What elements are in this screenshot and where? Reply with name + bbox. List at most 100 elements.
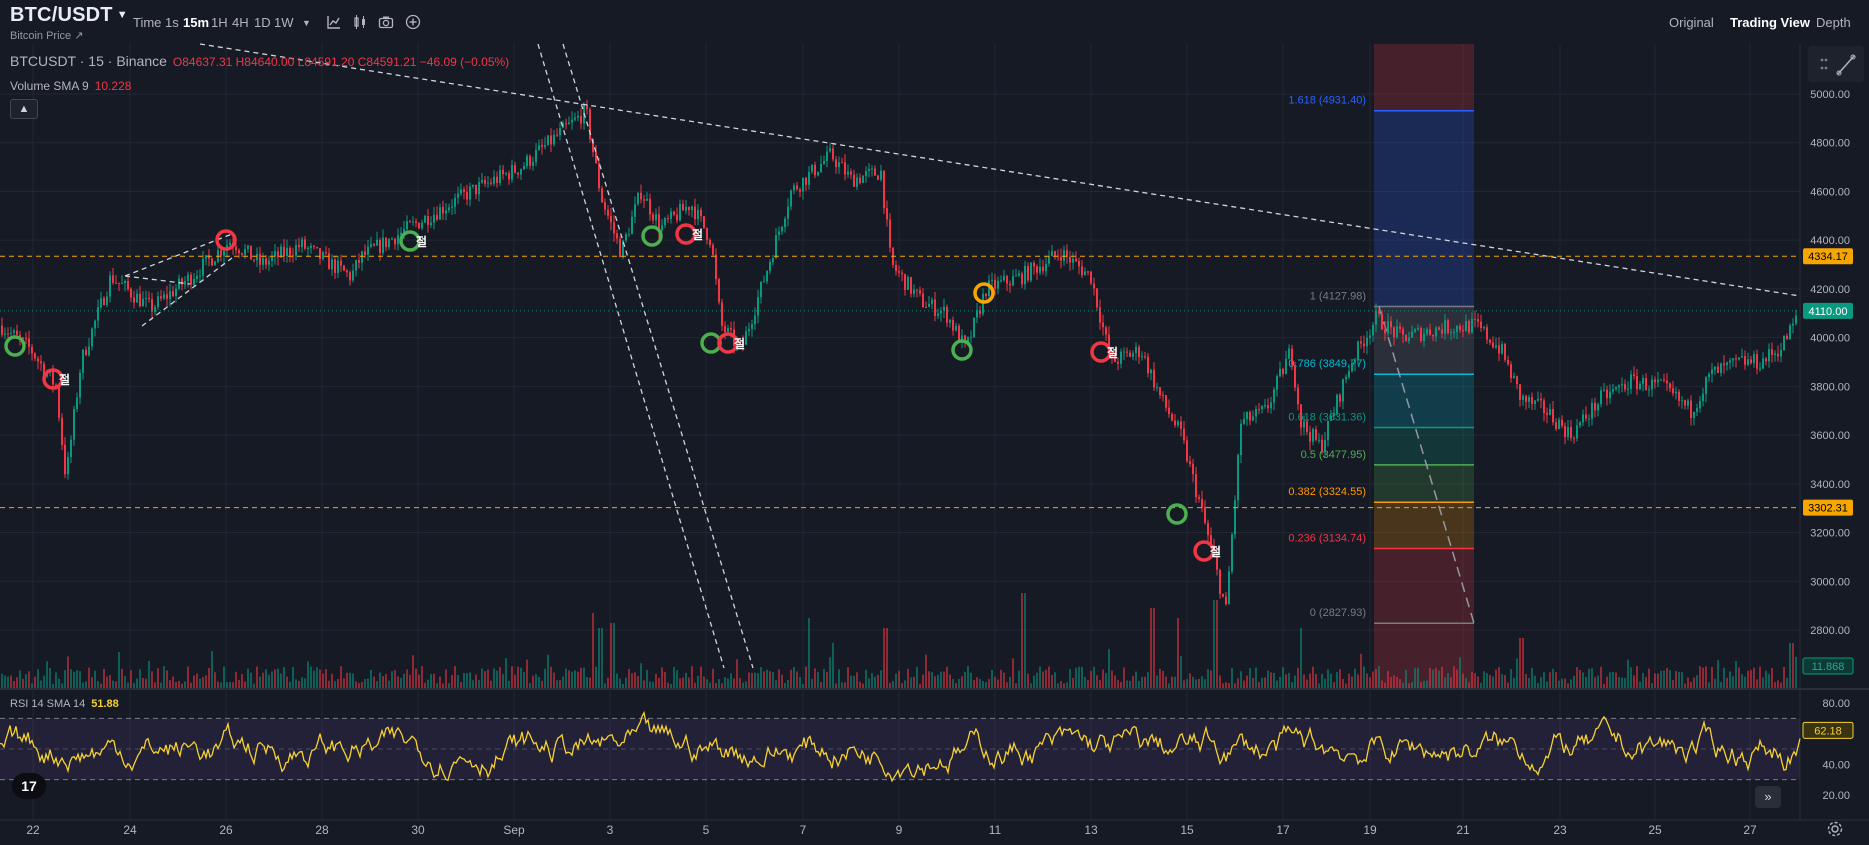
volume-bar bbox=[1315, 673, 1317, 688]
candle-body bbox=[448, 207, 450, 211]
candle-body bbox=[1033, 262, 1035, 267]
volume-bar bbox=[355, 681, 357, 688]
candle-body bbox=[1711, 369, 1713, 375]
volume-bar bbox=[1504, 675, 1506, 688]
candle-body bbox=[685, 206, 687, 211]
volume-bar bbox=[1651, 683, 1653, 688]
candle-body bbox=[37, 358, 39, 362]
candle-body bbox=[424, 215, 426, 223]
volume-bar bbox=[1300, 628, 1302, 688]
candle-body bbox=[1039, 266, 1041, 273]
volume-bar bbox=[1189, 673, 1191, 688]
volume-bar bbox=[1702, 667, 1704, 688]
volume-bar bbox=[913, 676, 915, 688]
candle-body bbox=[1063, 250, 1065, 261]
candle-body bbox=[880, 170, 882, 180]
volume-bar bbox=[235, 671, 237, 688]
volume-bar bbox=[1297, 667, 1299, 688]
candle-body bbox=[334, 259, 336, 273]
candle-body bbox=[1138, 346, 1140, 357]
candle-body bbox=[136, 293, 138, 303]
candle-body bbox=[1687, 400, 1689, 406]
volume-bar bbox=[1474, 673, 1476, 688]
time-tick-label: 13 bbox=[1084, 823, 1098, 837]
volume-bar bbox=[841, 682, 843, 688]
volume-bar bbox=[919, 683, 921, 688]
chart-grid bbox=[0, 44, 1869, 821]
candle-body bbox=[679, 204, 681, 221]
volume-bar bbox=[157, 668, 159, 688]
candle-body bbox=[460, 189, 462, 194]
volume-bar bbox=[784, 683, 786, 688]
volume-bar bbox=[475, 674, 477, 688]
volume-bar bbox=[1552, 668, 1554, 688]
volume-bar bbox=[289, 681, 291, 688]
volume-bar bbox=[1144, 676, 1146, 688]
instrument-label[interactable]: BTCUSDT · 15 · Binance bbox=[10, 53, 167, 69]
drawing-tools-panel[interactable] bbox=[1808, 46, 1864, 82]
tradingview-logo-icon[interactable]: 17 bbox=[12, 773, 46, 799]
candle-body bbox=[982, 293, 984, 314]
volume-bar bbox=[724, 677, 726, 688]
candle-body bbox=[757, 297, 759, 316]
goto-realtime-button[interactable]: » bbox=[1755, 786, 1781, 808]
volume-bar bbox=[1348, 673, 1350, 688]
volume-bar bbox=[1384, 682, 1386, 688]
candle-body bbox=[625, 234, 627, 241]
settings-icon[interactable] bbox=[1826, 820, 1844, 838]
volume-bar bbox=[553, 672, 555, 688]
volume-bar bbox=[1033, 675, 1035, 688]
candle-body bbox=[559, 128, 561, 136]
volume-bar bbox=[1090, 670, 1092, 688]
candle-body bbox=[640, 192, 642, 200]
volume-bar bbox=[1420, 682, 1422, 688]
volume-bar bbox=[295, 679, 297, 688]
volume-bar bbox=[1615, 672, 1617, 688]
candle-body bbox=[1447, 320, 1449, 334]
time-tick-label: 30 bbox=[411, 823, 425, 837]
volume-bar bbox=[415, 668, 417, 688]
volume-bar bbox=[1279, 676, 1281, 688]
price-chart[interactable]: 1.618 (4931.40) 1 (4127.98) 0.786 (3849.77… bbox=[0, 0, 1869, 845]
volume-bar bbox=[310, 666, 312, 688]
volume-bar bbox=[1555, 672, 1557, 688]
candle-body bbox=[1129, 352, 1131, 357]
volume-bar bbox=[1537, 683, 1539, 688]
signal-marker bbox=[4, 335, 26, 357]
candle-body bbox=[529, 156, 531, 166]
candle-body bbox=[100, 298, 102, 308]
volume-bar bbox=[1048, 666, 1050, 688]
volume-bar bbox=[1327, 669, 1329, 688]
candle-body bbox=[271, 256, 273, 261]
candle-body bbox=[973, 317, 975, 337]
volume-bar bbox=[751, 672, 753, 688]
volume-bar bbox=[304, 678, 306, 688]
candle-body bbox=[1591, 402, 1593, 419]
volume-bar bbox=[1039, 666, 1041, 688]
candle-body bbox=[604, 202, 606, 210]
candle-body bbox=[85, 349, 87, 355]
candle-body bbox=[1708, 374, 1710, 378]
volume-bar bbox=[730, 673, 732, 688]
volume-bar bbox=[1150, 608, 1152, 688]
volume-legend[interactable]: Volume SMA 9 10.228 bbox=[10, 79, 131, 93]
volume-bar bbox=[1489, 674, 1491, 688]
volume-bar bbox=[853, 675, 855, 688]
candle-body bbox=[1066, 250, 1068, 257]
candle-body bbox=[1186, 440, 1188, 462]
volume-bar bbox=[865, 669, 867, 688]
candle-body bbox=[1723, 363, 1725, 366]
candle-body bbox=[649, 198, 651, 215]
volume-bar bbox=[691, 666, 693, 688]
volume-bar bbox=[1318, 683, 1320, 688]
candle-body bbox=[130, 289, 132, 298]
candle-body bbox=[1378, 310, 1380, 314]
volume-bar bbox=[955, 683, 957, 688]
candle-body bbox=[289, 247, 291, 256]
volume-bar bbox=[1528, 677, 1530, 688]
volume-bar bbox=[301, 677, 303, 688]
collapse-legend-button[interactable]: ▲ bbox=[10, 99, 38, 119]
rsi-legend[interactable]: RSI 14 SMA 14 51.88 bbox=[10, 698, 119, 710]
volume-bar bbox=[418, 674, 420, 688]
fib-level-label: 1.618 (4931.40) bbox=[1288, 95, 1366, 107]
